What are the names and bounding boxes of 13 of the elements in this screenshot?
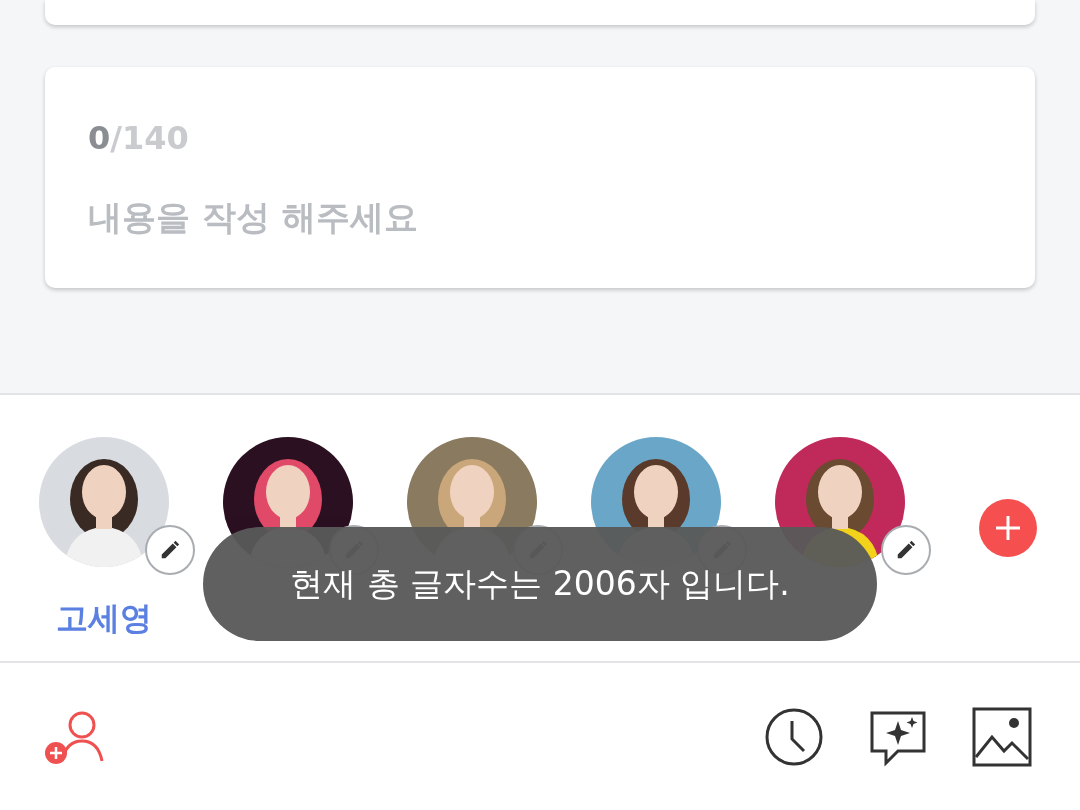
profile-name[interactable]: 고세영 — [56, 597, 152, 641]
plus-icon — [993, 513, 1023, 543]
image-button[interactable] — [972, 706, 1032, 767]
edit-button[interactable] — [145, 525, 195, 575]
message-toast: 현재 총 글자수는 2006자 입니다. — [203, 527, 877, 641]
pencil-icon — [159, 539, 181, 561]
image-icon — [972, 706, 1032, 767]
character-count: 0 — [88, 119, 111, 157]
edit-button[interactable] — [881, 525, 931, 575]
clock-button[interactable] — [764, 706, 824, 767]
pencil-icon — [895, 539, 917, 561]
add-button[interactable] — [979, 499, 1037, 557]
clock-icon — [764, 706, 824, 767]
